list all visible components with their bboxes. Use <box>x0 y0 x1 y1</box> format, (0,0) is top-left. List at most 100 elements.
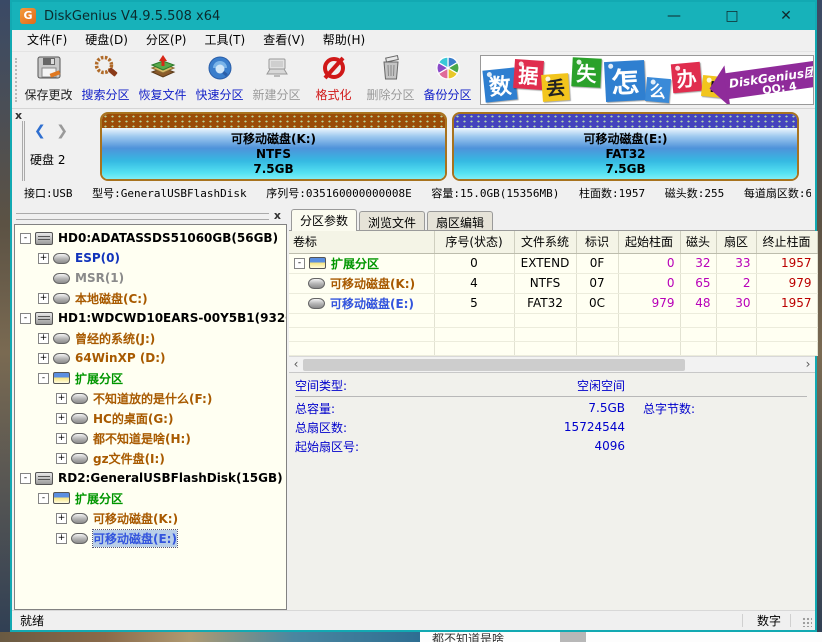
tab-sector-edit[interactable]: 扇区编辑 <box>427 211 493 230</box>
tree-item-i[interactable]: +gz文件盘(I:) <box>15 448 286 468</box>
cell-seq: 5 <box>434 293 514 313</box>
tree-item-g[interactable]: +HC的桌面(G:) <box>15 408 286 428</box>
tree-expander[interactable]: + <box>56 513 67 524</box>
cell-start-cyl: 0 <box>618 273 680 293</box>
tree-item-label: HD1:WDCWD10EARS-00Y5B1(932GB) <box>58 311 287 325</box>
minimize-button[interactable]: — <box>653 2 695 30</box>
tree-item-extended-rd2[interactable]: -扩展分区 <box>15 488 286 508</box>
resize-grip[interactable] <box>802 617 812 627</box>
tree-item-esp[interactable]: +ESP(0) <box>15 248 286 268</box>
horizontal-scrollbar[interactable]: ‹ › <box>289 356 815 372</box>
tree-item-label: 不知道放的是什么(F:) <box>93 390 212 407</box>
tree-expander[interactable]: + <box>38 253 49 264</box>
toolbar-button-label: 删除分区 <box>366 86 414 103</box>
tree-item-h[interactable]: +都不知道是啥(H:) <box>15 428 286 448</box>
partition-icon <box>71 433 88 444</box>
partition-icon <box>71 453 88 464</box>
col-sector[interactable]: 扇区 <box>716 231 756 253</box>
volume-name: 可移动磁盘(K:) <box>330 275 415 292</box>
menu-tools[interactable]: 工具(T) <box>196 30 255 51</box>
backup-partition-button[interactable]: 备份分区 <box>419 54 476 106</box>
toolbar-button-label: 保存更改 <box>24 86 72 103</box>
tree-expander[interactable]: + <box>56 453 67 464</box>
tree-expander[interactable]: + <box>56 533 67 544</box>
tree-expander[interactable]: + <box>56 393 67 404</box>
ad-banner[interactable]: 数 据 丢 失 怎 么 办 ! DiskGenius团队 QQ: 4 <box>480 55 814 105</box>
menu-view[interactable]: 查看(V) <box>254 30 314 51</box>
menu-disk[interactable]: 硬盘(D) <box>76 30 137 51</box>
table-row-extended[interactable]: -扩展分区 0 EXTEND 0F 0 32 33 1957 <box>289 253 817 273</box>
background-window-block <box>560 632 586 642</box>
recover-files-button[interactable]: 恢复文件 <box>134 54 191 106</box>
partition-size: 7.5GB <box>454 162 797 177</box>
col-head[interactable]: 磁头 <box>680 231 716 253</box>
tree-expander[interactable]: - <box>38 493 49 504</box>
tree-item-hd0[interactable]: - HD0:ADATASSDS51060GB(56GB) <box>15 228 286 248</box>
tree-item-j[interactable]: +曾经的系统(J:) <box>15 328 286 348</box>
tree-item-rd2[interactable]: -RD2:GeneralUSBFlashDisk(15GB) <box>15 468 286 488</box>
status-ready: 就绪 <box>12 612 44 629</box>
hard-disk-icon <box>35 312 53 325</box>
partition-icon <box>53 273 70 284</box>
next-disk-icon[interactable]: ❯ <box>56 123 71 139</box>
tree-item-msr[interactable]: MSR(1) <box>15 268 286 288</box>
tree-expander[interactable]: + <box>38 293 49 304</box>
tree-item-d[interactable]: +64WinXP (D:) <box>15 348 286 368</box>
tab-browse-files[interactable]: 浏览文件 <box>359 211 425 230</box>
tree-item-e-selected[interactable]: +可移动磁盘(E:) <box>15 528 286 548</box>
row-expander[interactable]: - <box>294 258 305 269</box>
tree-item-label: HD0:ADATASSDS51060GB(56GB) <box>58 231 278 245</box>
tree-item-hd1[interactable]: - HD1:WDCWD10EARS-00Y5B1(932GB) <box>15 308 286 328</box>
scroll-right-icon[interactable]: › <box>801 357 815 372</box>
tree-expander[interactable]: + <box>38 353 49 364</box>
tree-expander[interactable]: - <box>20 233 31 244</box>
cell-head: 32 <box>680 253 716 273</box>
menu-partition[interactable]: 分区(P) <box>137 30 196 51</box>
new-partition-button[interactable]: 新建分区 <box>248 54 305 106</box>
space-type-label: 空间类型: <box>295 377 500 394</box>
scroll-left-icon[interactable]: ‹ <box>289 357 303 372</box>
format-button[interactable]: 格式化 <box>305 54 362 106</box>
tree-expander[interactable]: + <box>56 433 67 444</box>
delete-partition-button[interactable]: 删除分区 <box>362 54 419 106</box>
tree-expander[interactable]: - <box>20 473 31 484</box>
partition-box-k[interactable]: 可移动磁盘(K:) NTFS 7.5GB <box>100 112 447 181</box>
search-partition-button[interactable]: 搜索分区 <box>77 54 134 106</box>
tree-item-k[interactable]: +可移动磁盘(K:) <box>15 508 286 528</box>
tab-partition-params[interactable]: 分区参数 <box>291 209 357 231</box>
tree-expander[interactable]: + <box>56 413 67 424</box>
scrollbar-thumb[interactable] <box>303 359 685 371</box>
col-volume-label[interactable]: 卷标 <box>289 231 434 253</box>
col-start-cylinder[interactable]: 起始柱面 <box>618 231 680 253</box>
partition-box-e[interactable]: 可移动磁盘(E:) FAT32 7.5GB <box>452 112 799 181</box>
space-details: 空间类型: 空闲空间 总容量: 7.5GB 总字节数: 总扇区数: 157245… <box>289 372 815 611</box>
col-seq-status[interactable]: 序号(状态) <box>434 231 514 253</box>
space-type-value: 空闲空间 <box>500 377 625 394</box>
col-id[interactable]: 标识 <box>576 231 618 253</box>
tree-item-extended-hd1[interactable]: -扩展分区 <box>15 368 286 388</box>
close-button[interactable]: ✕ <box>765 2 807 30</box>
menu-help[interactable]: 帮助(H) <box>314 30 374 51</box>
col-filesystem[interactable]: 文件系统 <box>514 231 576 253</box>
tree-close-icon[interactable]: x <box>274 209 281 222</box>
tree-expander[interactable]: - <box>20 313 31 324</box>
col-end-cylinder[interactable]: 终止柱面 <box>756 231 817 253</box>
desktop-wallpaper <box>0 632 420 642</box>
extended-partition-icon <box>309 257 326 269</box>
tree-expander[interactable]: - <box>38 373 49 384</box>
maximize-button[interactable]: □ <box>711 2 753 30</box>
table-row-k[interactable]: 可移动磁盘(K:) 4 NTFS 07 0 65 2 979 <box>289 273 817 293</box>
cell-id: 0F <box>576 253 618 273</box>
table-row-e[interactable]: 可移动磁盘(E:) 5 FAT32 0C 979 48 30 1957 <box>289 293 817 313</box>
panel-grip[interactable] <box>22 121 25 181</box>
tree-expander[interactable]: + <box>38 333 49 344</box>
save-changes-button[interactable]: 保存更改 <box>20 54 77 106</box>
tree-item-f[interactable]: + 不知道放的是什么(F:) <box>15 388 286 408</box>
quick-partition-button[interactable]: 快速分区 <box>191 54 248 106</box>
menu-file[interactable]: 文件(F) <box>18 30 76 51</box>
titlebar: G DiskGenius V4.9.5.508 x64 — □ ✕ <box>12 2 815 30</box>
prev-disk-icon[interactable]: ❮ <box>34 123 49 139</box>
cell-fs: EXTEND <box>514 253 576 273</box>
removable-disk-icon <box>35 472 53 485</box>
tree-item-c[interactable]: +本地磁盘(C:) <box>15 288 286 308</box>
